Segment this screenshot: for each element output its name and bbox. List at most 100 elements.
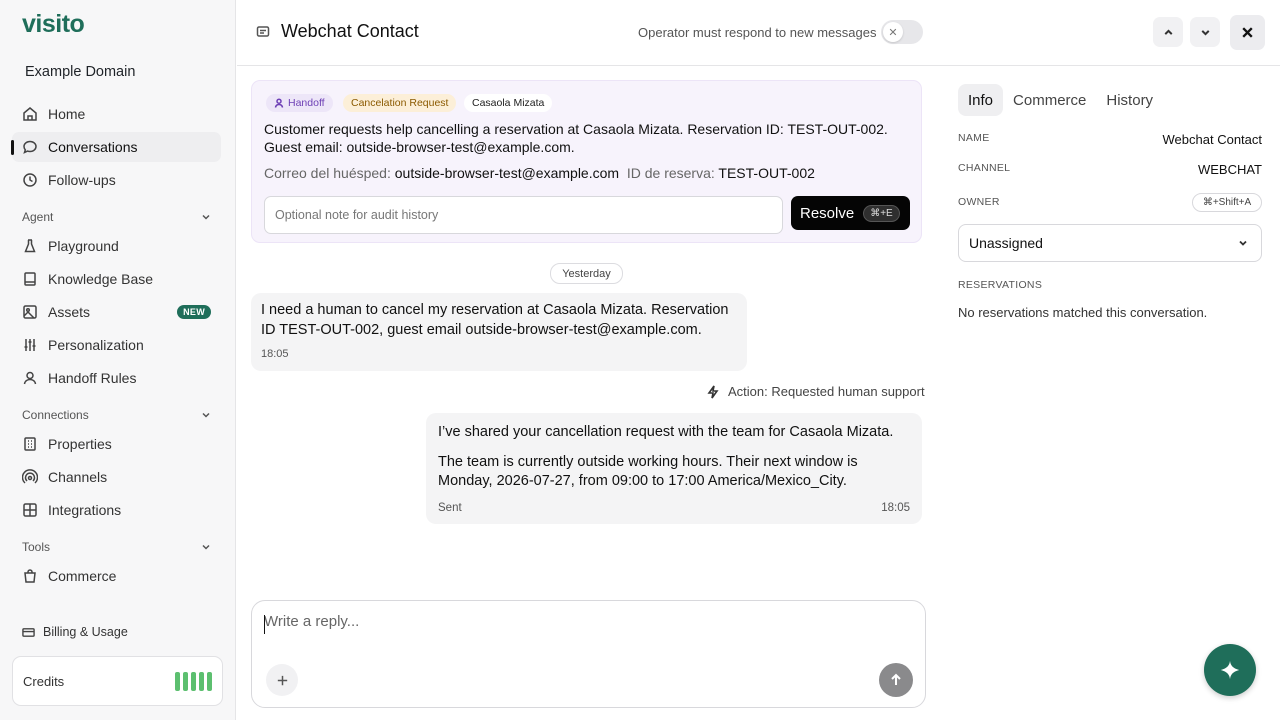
user-icon <box>274 98 284 108</box>
operator-toggle-label: Operator must respond to new messages <box>638 25 877 40</box>
sidebar-item-playground[interactable]: Playground <box>12 231 221 261</box>
email-label: Correo del huésped: <box>264 165 391 181</box>
billing-link[interactable]: Billing & Usage <box>22 625 128 639</box>
tab-commerce[interactable]: Commerce <box>1003 84 1096 116</box>
chevron-down-icon <box>1239 240 1247 246</box>
building-icon <box>22 436 38 452</box>
sidebar-item-label: Conversations <box>48 139 138 155</box>
plus-icon <box>277 675 287 685</box>
logo[interactable]: visito <box>22 10 85 39</box>
tab-info[interactable]: Info <box>958 84 1004 116</box>
message-time: 18:05 <box>261 348 289 360</box>
operator-toggle[interactable]: ✕ <box>881 20 923 44</box>
workspace-name[interactable]: Example Domain <box>25 64 135 80</box>
tab-history[interactable]: History <box>1096 84 1163 116</box>
incoming-message: I need a human to cancel my reservation … <box>251 293 747 371</box>
sidebar-item-follow-ups[interactable]: Follow-ups <box>12 165 221 195</box>
next-button[interactable] <box>1190 17 1220 47</box>
message-text: I’ve shared your cancellation request wi… <box>438 424 894 440</box>
sidebar-item-label: Home <box>48 106 86 122</box>
section-tools[interactable]: Tools <box>22 540 212 554</box>
name-label: NAME <box>958 132 990 144</box>
channel-value: WEBCHAT <box>1197 162 1262 177</box>
sidebar-item-label: Commerce <box>48 568 117 584</box>
sidebar: visito Example Domain Home Conversations… <box>0 0 236 720</box>
chevron-down-icon <box>202 214 210 220</box>
credits-meter <box>175 671 212 691</box>
section-agent[interactable]: Agent <box>22 210 212 224</box>
reply-input[interactable] <box>264 613 904 653</box>
credits-card[interactable]: Credits <box>12 656 223 706</box>
credits-label: Credits <box>23 673 65 689</box>
handoff-tag: Handoff <box>266 94 333 112</box>
flask-icon <box>22 238 38 254</box>
sidebar-item-properties[interactable]: Properties <box>12 429 221 459</box>
handoff-tag-label: Handoff <box>288 97 325 109</box>
action-event: Action: Requested human support <box>706 384 925 399</box>
owner-value: Unassigned <box>969 235 1043 251</box>
chevron-down-icon <box>202 412 210 418</box>
action-label: Action: Requested human support <box>728 384 925 399</box>
sidebar-item-channels[interactable]: Channels <box>12 462 221 492</box>
billing-label: Billing & Usage <box>43 625 128 639</box>
previous-button[interactable] <box>1153 17 1183 47</box>
reservations-empty: No reservations matched this conversatio… <box>958 305 1208 320</box>
resolve-button[interactable]: Resolve ⌘+E <box>791 196 910 230</box>
audit-note-input[interactable] <box>264 196 783 234</box>
bag-icon <box>22 568 38 584</box>
message-status: Sent <box>438 502 462 514</box>
message-text: I need a human to cancel my reservation … <box>261 302 729 338</box>
card-icon <box>22 627 35 637</box>
sidebar-item-personalization[interactable]: Personalization <box>12 330 221 360</box>
reservation-value: TEST-OUT-002 <box>718 165 815 181</box>
book-icon <box>22 271 38 287</box>
sparkle-icon <box>1220 660 1240 680</box>
resolve-shortcut: ⌘+E <box>863 204 900 222</box>
sidebar-item-label: Playground <box>48 238 119 254</box>
lightning-icon <box>707 385 719 398</box>
puzzle-icon <box>22 502 38 518</box>
reason-tag: Cancelation Request <box>343 94 457 112</box>
new-badge: NEW <box>177 305 211 319</box>
owner-select[interactable]: Unassigned <box>958 224 1262 262</box>
owner-shortcut: ⌘+Shift+A <box>1192 193 1262 212</box>
sidebar-item-label: Assets <box>48 304 91 320</box>
sidebar-item-conversations[interactable]: Conversations <box>11 132 221 162</box>
sidebar-item-handoff-rules[interactable]: Handoff Rules <box>12 363 221 393</box>
chevron-up-icon <box>1164 28 1172 35</box>
broadcast-icon <box>22 469 38 485</box>
sidebar-item-assets[interactable]: Assets NEW <box>12 297 221 327</box>
sidebar-item-home[interactable]: Home <box>12 99 221 129</box>
section-label: Tools <box>22 540 51 554</box>
add-attachment-button[interactable] <box>266 664 298 696</box>
email-value: outside-browser-test@example.com <box>394 165 620 181</box>
section-connections[interactable]: Connections <box>22 408 212 422</box>
chat-icon <box>22 139 38 155</box>
close-icon <box>1242 27 1253 38</box>
channel-label: CHANNEL <box>958 162 1011 174</box>
assistant-button[interactable] <box>1204 644 1256 696</box>
user-icon <box>22 370 38 386</box>
sidebar-item-integrations[interactable]: Integrations <box>12 495 221 525</box>
date-divider: Yesterday <box>550 263 623 284</box>
outgoing-message: I’ve shared your cancellation request wi… <box>426 413 922 524</box>
property-tag: Casaola Mizata <box>464 94 553 112</box>
chevron-down-icon <box>1201 29 1209 36</box>
reservations-label: RESERVATIONS <box>958 279 1043 291</box>
send-button[interactable] <box>879 663 913 697</box>
close-button[interactable] <box>1230 15 1265 50</box>
close-icon: ✕ <box>883 22 903 42</box>
sidebar-item-label: Handoff Rules <box>48 370 137 386</box>
handoff-card: Handoff Cancelation Request Casaola Miza… <box>251 80 922 243</box>
sidebar-item-knowledge-base[interactable]: Knowledge Base <box>12 264 221 294</box>
sidebar-item-label: Personalization <box>48 337 144 353</box>
sidebar-item-commerce[interactable]: Commerce <box>12 561 221 591</box>
sidebar-item-label: Follow-ups <box>48 172 116 188</box>
reply-composer <box>251 600 926 708</box>
sidebar-item-label: Knowledge Base <box>48 271 154 287</box>
clock-icon <box>22 172 38 188</box>
owner-label: OWNER <box>958 196 1000 208</box>
section-label: Connections <box>22 408 89 422</box>
conversation-header: Webchat Contact Operator must respond to… <box>237 0 1280 66</box>
sidebar-item-label: Properties <box>48 436 112 452</box>
